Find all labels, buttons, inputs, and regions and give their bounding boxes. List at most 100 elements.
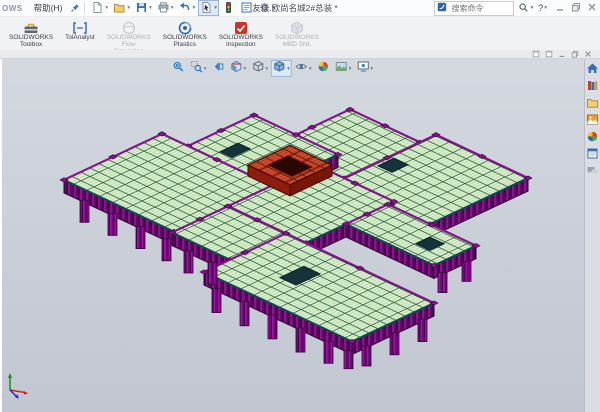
plastics-icon xyxy=(177,20,193,33)
minimize-button[interactable] xyxy=(555,2,565,14)
addin-label: Flow xyxy=(122,41,136,48)
save-icon xyxy=(135,1,148,16)
caret-down-icon[interactable]: ▾ xyxy=(265,66,268,72)
select-icon xyxy=(200,1,213,16)
caret-down-icon[interactable]: ▾ xyxy=(309,66,312,72)
solidworks-logo-fragment: OWS xyxy=(2,4,23,13)
forum-icon xyxy=(586,164,599,182)
tolanalyst-icon xyxy=(72,20,88,33)
addin-label: Inspection xyxy=(226,41,256,48)
previous-view-button[interactable] xyxy=(210,60,227,77)
open-button[interactable]: ▾ xyxy=(111,0,132,16)
caret-down-icon[interactable]: ▾ xyxy=(214,5,217,11)
doc-window-a-button[interactable] xyxy=(532,50,540,58)
zoom-area-icon xyxy=(190,60,203,78)
caret-down-icon[interactable]: ▾ xyxy=(105,5,108,11)
new-button[interactable]: ▾ xyxy=(89,0,110,16)
taskpane-tab-view-palette[interactable] xyxy=(586,115,599,128)
search-box[interactable] xyxy=(434,1,514,16)
addin-label: Toolbox xyxy=(20,41,42,48)
taskpane-tab-custom-properties[interactable] xyxy=(586,149,599,162)
caret-down-icon[interactable]: ▾ xyxy=(192,5,195,11)
display-style-icon xyxy=(273,60,286,78)
ribbon-addins: SOLIDWORKSToolboxTolAnalystSOLIDWORKSFlo… xyxy=(0,17,600,50)
close-button[interactable] xyxy=(587,2,597,14)
window-controls xyxy=(555,2,597,14)
ball-icon xyxy=(317,60,330,78)
zoom-to-fit-button[interactable] xyxy=(170,60,187,77)
section-view-button[interactable]: ▾ xyxy=(228,60,249,77)
addin-solidworks-mbd-snl: SOLIDWORKSMBD SNL xyxy=(269,18,325,50)
eye-icon xyxy=(295,60,308,78)
addin-solidworks-inspection[interactable]: SOLIDWORKSInspection xyxy=(213,18,269,50)
apply-scene-button[interactable]: ▾ xyxy=(333,60,354,77)
heads-up-view-toolbar: ▾ ▾ ▾ ▾ ▾ ▾ ▾ xyxy=(170,60,375,77)
scene-icon xyxy=(335,60,348,78)
taskpane-tab-solidworks-forum[interactable] xyxy=(586,166,599,179)
toolbox-icon xyxy=(23,20,39,33)
titlebar-right: ▾ ?▾ xyxy=(434,1,600,16)
addin-label: SOLIDWORKS xyxy=(9,34,53,41)
caret-down-icon[interactable]: ▾ xyxy=(349,66,352,72)
quick-access-toolbar: ▾ ▾ ▾ ▾ ▾ ▾ ▾ xyxy=(89,0,276,16)
caret-down-icon[interactable]: ▾ xyxy=(204,66,207,72)
titlebar: OWS 帮助(H) ▾▾▾▾▾▾▾ 友佳.欧尚名城2#总装 * ▾ ?▾ xyxy=(0,0,600,17)
props-icon xyxy=(586,147,599,165)
caret-down-icon[interactable]: ▾ xyxy=(244,66,247,72)
file-properties-button[interactable] xyxy=(238,0,255,16)
undo-button[interactable]: ▾ xyxy=(176,0,197,16)
taskpane-tab-design-library[interactable] xyxy=(586,81,599,94)
rebuild-button[interactable] xyxy=(220,0,237,16)
save-button[interactable]: ▾ xyxy=(133,0,154,16)
addin-label: SOLIDWORKS xyxy=(163,34,207,41)
taskpane-tab-file-explorer[interactable] xyxy=(586,98,599,111)
search-magnifier-button[interactable]: ▾ xyxy=(517,1,534,15)
caret-down-icon[interactable]: ▾ xyxy=(127,5,130,11)
search-input[interactable] xyxy=(449,3,511,14)
graphics-viewport[interactable]: ▾ ▾ ▾ ▾ ▾ ▾ ▾ xyxy=(0,59,584,412)
folder-icon xyxy=(586,96,599,114)
view-settings-button[interactable]: ▾ xyxy=(354,60,375,77)
model-3d-view[interactable] xyxy=(2,59,584,412)
view-settings-icon xyxy=(356,60,369,78)
reference-triad xyxy=(5,372,31,400)
caret-down-icon[interactable]: ▾ xyxy=(149,5,152,11)
doc-window-b-button[interactable] xyxy=(545,50,553,58)
taskpane-tab-appearances-scenes[interactable] xyxy=(586,132,599,145)
separator xyxy=(84,2,85,14)
addin-tolanalyst[interactable]: TolAnalyst xyxy=(59,18,101,43)
doc-minimize-button[interactable] xyxy=(558,50,566,58)
select-button[interactable]: ▾ xyxy=(198,0,219,16)
restore-button[interactable] xyxy=(571,2,581,14)
zoom-fit-icon xyxy=(172,60,185,78)
solidworks-search-icon xyxy=(437,2,447,14)
folder-open-icon xyxy=(113,1,126,16)
pin-menu-icon[interactable] xyxy=(70,3,80,13)
doc-new-icon xyxy=(91,1,104,16)
task-pane xyxy=(584,59,600,412)
options-button[interactable]: ▾ xyxy=(256,0,277,16)
doc-close-button[interactable] xyxy=(584,50,592,58)
inspection-icon xyxy=(233,20,249,33)
addin-solidworks-toolbox[interactable]: SOLIDWORKSToolbox xyxy=(3,18,59,50)
help-button[interactable]: ?▾ xyxy=(537,1,548,15)
addin-label: MBD SNL xyxy=(282,41,311,48)
display-style-button[interactable]: ▾ xyxy=(271,60,292,77)
addin-solidworks-plastics[interactable]: SOLIDWORKSPlastics xyxy=(157,18,213,50)
edit-appearance-button[interactable] xyxy=(315,60,332,77)
print-button[interactable]: ▾ xyxy=(155,0,176,16)
zoom-to-area-button[interactable]: ▾ xyxy=(188,60,209,77)
menu-help[interactable]: 帮助(H) xyxy=(31,2,66,14)
caret-down-icon[interactable]: ▾ xyxy=(370,66,373,72)
addin-label: Plastics xyxy=(174,41,196,48)
file-properties-icon xyxy=(240,1,253,16)
caret-down-icon[interactable]: ▾ xyxy=(171,5,174,11)
view-orientation-button[interactable]: ▾ xyxy=(249,60,270,77)
doc-restore-button[interactable] xyxy=(571,50,579,58)
traffic-light-icon xyxy=(222,1,235,16)
taskpane-tab-solidworks-resources[interactable] xyxy=(586,64,599,77)
caret-down-icon[interactable]: ▾ xyxy=(272,5,275,11)
caret-down-icon[interactable]: ▾ xyxy=(287,66,290,72)
hide-show-items-button[interactable]: ▾ xyxy=(293,60,314,77)
main-area: ▾ ▾ ▾ ▾ ▾ ▾ ▾ xyxy=(0,59,600,412)
